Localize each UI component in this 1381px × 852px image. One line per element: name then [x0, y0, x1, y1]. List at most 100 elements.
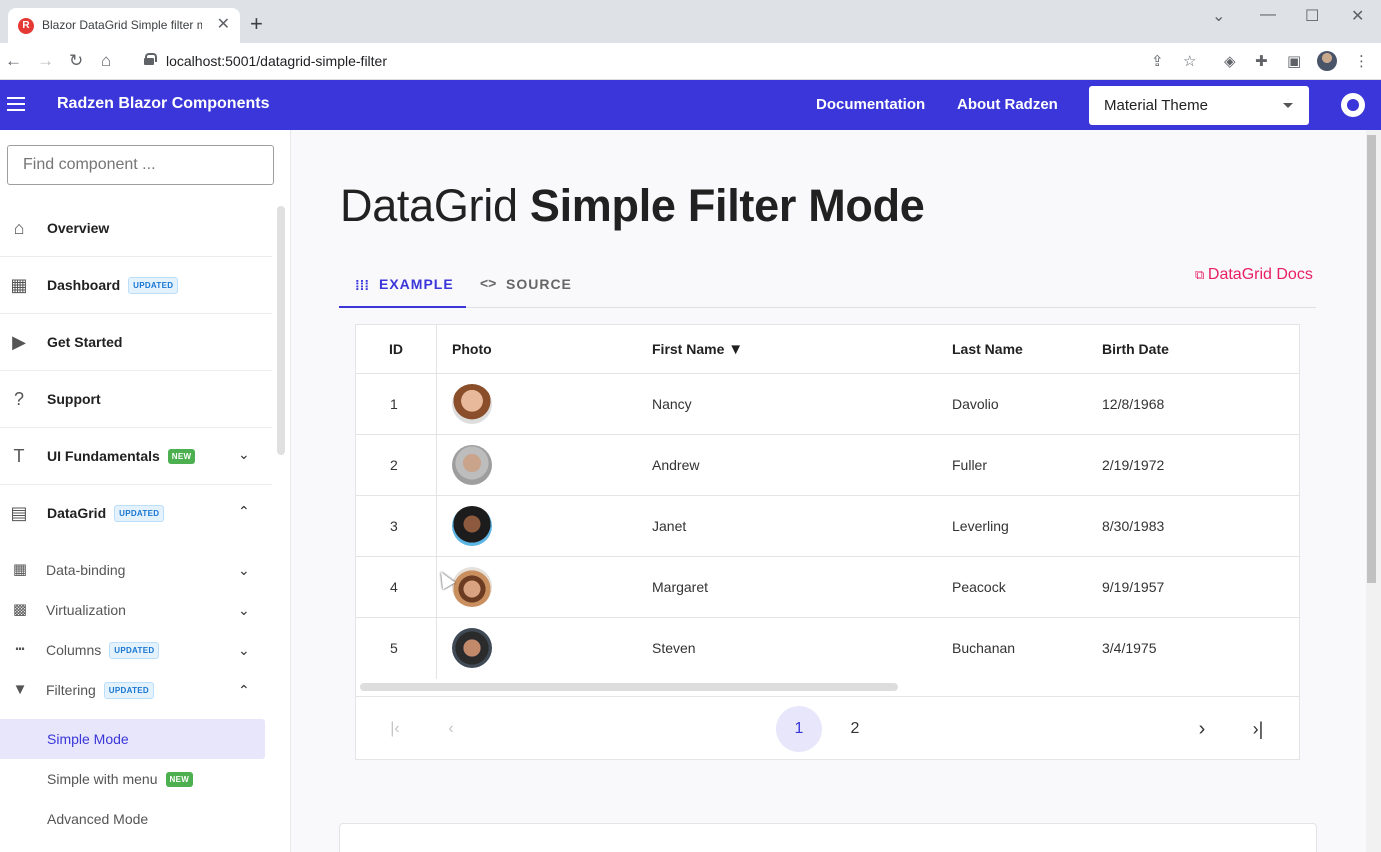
browser-menu-icon[interactable]: ⋮: [1354, 52, 1369, 70]
pager: |‹ ‹ 1 2 › ›|: [356, 696, 1299, 759]
data-grid: ID Photo First Name ▼ Last Name Birth Da…: [355, 324, 1300, 760]
horizontal-scrollbar[interactable]: [360, 683, 898, 691]
close-tab-icon[interactable]: ✕: [217, 16, 230, 34]
browser-tab[interactable]: R Blazor DataGrid Simple filter mo ✕: [8, 8, 240, 43]
new-badge: NEW: [165, 771, 194, 787]
filter-active-icon[interactable]: ▼: [728, 341, 743, 358]
chevron-down-icon[interactable]: ⌄: [238, 446, 250, 463]
sidebar-item-label: Simple with menu: [47, 771, 158, 787]
page-button-2[interactable]: 2: [832, 706, 878, 752]
table-row[interactable]: 2 Andrew Fuller 2/19/1972: [356, 435, 1299, 496]
back-icon[interactable]: ←: [5, 50, 22, 72]
sidebar-item-filtering[interactable]: ▼ Filtering UPDATED ⌃: [0, 670, 272, 710]
dashboard-icon: ▦: [10, 275, 28, 295]
profile-avatar[interactable]: [1317, 51, 1337, 71]
maximize-window-icon[interactable]: ☐: [1305, 6, 1319, 26]
code-icon: <>: [480, 275, 497, 291]
chevron-down-icon[interactable]: ⌄: [238, 562, 250, 579]
column-header-photo[interactable]: Photo: [452, 341, 492, 357]
column-header-id[interactable]: ID: [389, 341, 403, 357]
browser-tab-title: Blazor DataGrid Simple filter mo: [42, 18, 202, 32]
chevron-down-icon[interactable]: ⌄: [238, 642, 250, 659]
new-tab-button[interactable]: +: [250, 13, 263, 35]
page-scrollbar[interactable]: [1366, 130, 1381, 852]
lock-icon[interactable]: [144, 53, 157, 65]
previous-page-icon[interactable]: ‹: [428, 706, 474, 752]
sidebar-item-get-started[interactable]: ▶ Get Started: [0, 314, 272, 371]
tab-example-label: EXAMPLE: [379, 276, 454, 292]
cell-first-name: Andrew: [652, 457, 700, 473]
close-window-icon[interactable]: ✕: [1351, 6, 1364, 26]
table-row[interactable]: 3 Janet Leverling 8/30/1983: [356, 496, 1299, 557]
page-button-1[interactable]: 1: [776, 706, 822, 752]
app-header: Radzen Blazor Components Documentation A…: [0, 80, 1381, 130]
employee-photo: [452, 567, 492, 607]
sidebar-item-label: Support: [47, 391, 101, 407]
cell-last-name: Fuller: [952, 457, 988, 473]
cell-birth-date: 12/8/1968: [1102, 396, 1165, 412]
home-icon[interactable]: ⌂: [101, 50, 111, 72]
main-content: DataGrid Simple Filter Mode ⁞⁞⁞ EXAMPLE …: [291, 130, 1366, 852]
sidebar-item-datagrid[interactable]: ▤ DataGrid UPDATED ⌃: [0, 485, 272, 542]
sidebar-item-label-group: Dashboard UPDATED: [47, 276, 179, 295]
sidebar-item-advanced-mode[interactable]: Advanced Mode: [0, 799, 265, 839]
sidebar-item-label: Dashboard: [47, 277, 121, 293]
cell-birth-date: 2/19/1972: [1102, 457, 1165, 473]
employee-photo: [452, 506, 492, 546]
page-scrollbar-thumb[interactable]: [1367, 135, 1376, 583]
table-row[interactable]: 4 Margaret Peacock 9/19/1957: [356, 557, 1299, 618]
sidebar-item-data-binding[interactable]: ▦ Data-binding ⌄: [0, 550, 272, 590]
sidebar-item-label: Data-binding: [46, 562, 126, 578]
sidebar-item-support[interactable]: ? Support: [0, 371, 272, 428]
page-title-light: DataGrid: [340, 180, 518, 231]
sidebar-item-label-group: Filtering UPDATED: [46, 681, 154, 700]
sidebar-item-overview[interactable]: ⌂ Overview: [0, 200, 272, 257]
chevron-up-icon[interactable]: ⌃: [238, 682, 250, 699]
chevron-down-icon[interactable]: ⌄: [238, 602, 250, 619]
minimize-window-icon[interactable]: —: [1260, 6, 1276, 24]
component-search-input[interactable]: [7, 145, 274, 185]
tab-example[interactable]: ⁞⁞⁞ EXAMPLE: [339, 261, 466, 308]
cell-id: 3: [390, 518, 398, 534]
sidebar-item-simple-mode[interactable]: Simple Mode: [0, 719, 265, 759]
cell-birth-date: 3/4/1975: [1102, 640, 1157, 656]
next-page-icon[interactable]: ›: [1179, 706, 1225, 752]
sidebar-item-label-group: DataGrid UPDATED: [47, 504, 165, 523]
about-radzen-link[interactable]: About Radzen: [957, 96, 1058, 113]
side-panel-icon[interactable]: ▣: [1287, 52, 1301, 70]
chevron-up-icon[interactable]: ⌃: [238, 503, 250, 520]
extensions-puzzle-icon[interactable]: ✚: [1255, 52, 1268, 70]
tab-search-icon[interactable]: ⌄: [1212, 6, 1225, 26]
first-page-icon[interactable]: |‹: [372, 706, 418, 752]
sidebar-item-virtualization[interactable]: ▩ Virtualization ⌄: [0, 590, 272, 630]
documentation-link[interactable]: Documentation: [816, 96, 925, 113]
table-row[interactable]: 5 Steven Buchanan 3/4/1975: [356, 618, 1299, 679]
datagrid-docs-link[interactable]: ⧉ DataGrid Docs: [1195, 266, 1313, 284]
shield-extension-icon[interactable]: ◈: [1224, 52, 1236, 70]
cell-first-name: Janet: [652, 518, 687, 534]
share-icon[interactable]: ⇪: [1151, 52, 1164, 70]
bookmark-star-icon[interactable]: ☆: [1183, 52, 1196, 70]
columns-icon: ┅: [15, 641, 25, 658]
address-bar[interactable]: localhost:5001/datagrid-simple-filter: [166, 53, 387, 69]
column-header-birth-date[interactable]: Birth Date: [1102, 341, 1169, 357]
app-title[interactable]: Radzen Blazor Components: [57, 95, 269, 113]
tab-source[interactable]: <> SOURCE: [480, 261, 580, 308]
sidebar-scrollbar[interactable]: [277, 206, 285, 455]
browser-tab-strip: R Blazor DataGrid Simple filter mo ✕ + ⌄…: [0, 0, 1381, 43]
sidebar-item-label: Get Started: [47, 334, 123, 350]
sidebar-item-ui-fundamentals[interactable]: T UI Fundamentals NEW ⌄: [0, 428, 272, 485]
github-icon[interactable]: [1341, 93, 1365, 117]
theme-dropdown[interactable]: Material Theme: [1089, 86, 1309, 125]
sidebar-item-columns[interactable]: ┅ Columns UPDATED ⌄: [0, 630, 272, 670]
help-icon: ?: [13, 389, 24, 409]
column-header-first-name[interactable]: First Name ▼: [652, 341, 743, 358]
last-page-icon[interactable]: ›|: [1235, 706, 1281, 752]
hamburger-menu-icon[interactable]: [7, 97, 25, 111]
reload-icon[interactable]: ↻: [69, 50, 83, 72]
sidebar-item-dashboard[interactable]: ▦ Dashboard UPDATED: [0, 257, 272, 314]
column-header-last-name[interactable]: Last Name: [952, 341, 1023, 357]
sidebar-item-simple-with-menu[interactable]: Simple with menu NEW: [0, 759, 265, 799]
table-row[interactable]: 1 Nancy Davolio 12/8/1968: [356, 374, 1299, 435]
forward-icon[interactable]: →: [37, 50, 54, 72]
